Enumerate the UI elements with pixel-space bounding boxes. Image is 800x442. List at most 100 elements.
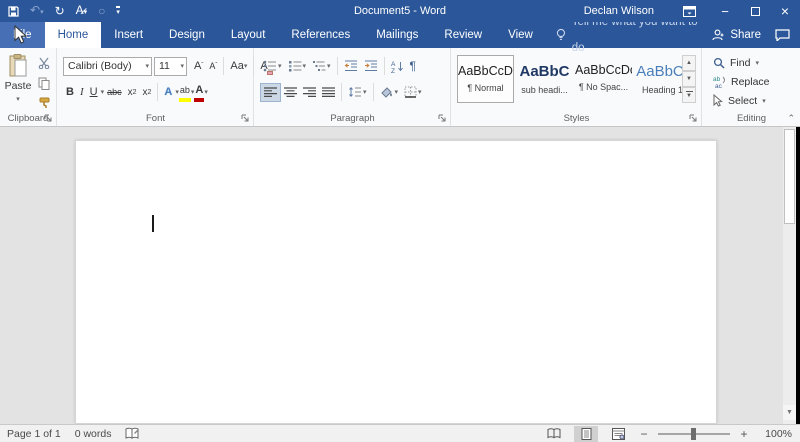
- shrink-font-button[interactable]: Aˇ: [206, 57, 220, 76]
- tab-review[interactable]: Review: [431, 22, 495, 48]
- group-font: Calibri (Body)▾ 11▾ Aˆ Aˇ Aa▾ A B I U▾ a…: [58, 48, 254, 126]
- scrollbar-down-icon[interactable]: ▼: [783, 405, 796, 420]
- minimize-button[interactable]: −: [710, 0, 740, 22]
- group-paragraph: ▾ ▾ ▾ AZ ¶: [255, 48, 451, 126]
- lightbulb-icon: [556, 28, 566, 42]
- find-button[interactable]: Find▾: [713, 54, 759, 71]
- proofing-icon[interactable]: [125, 427, 140, 440]
- person-icon: [712, 29, 725, 41]
- title-bar: ↶▾ ↻ A̷▾ ○ ▾ Document5 - Word Declan Wil…: [0, 0, 800, 22]
- ribbon-display-options-icon[interactable]: [676, 0, 702, 22]
- zoom-slider[interactable]: [658, 433, 730, 435]
- clipboard-icon: [9, 54, 28, 78]
- svg-text:Z: Z: [391, 68, 395, 73]
- zoom-in-button[interactable]: +: [738, 427, 750, 441]
- document-area[interactable]: ▼: [0, 127, 800, 424]
- grow-font-button[interactable]: Aˆ: [191, 57, 206, 76]
- style-no-spacing[interactable]: AaBbCcDc ¶ No Spac...: [575, 55, 632, 103]
- strikethrough-button[interactable]: abc: [104, 83, 125, 102]
- window-title: Document5 - Word: [200, 0, 600, 22]
- customize-qat-icon[interactable]: ▾: [116, 6, 120, 16]
- print-layout-icon[interactable]: [574, 426, 598, 442]
- paragraph-dialog-launcher[interactable]: [438, 114, 447, 123]
- vertical-scrollbar[interactable]: ▼: [783, 127, 796, 424]
- tab-mailings[interactable]: Mailings: [363, 22, 431, 48]
- highlight-color-button[interactable]: ab: [179, 83, 191, 102]
- style-normal[interactable]: AaBbCcDc ¶ Normal: [457, 55, 514, 103]
- select-button[interactable]: Select▾: [713, 92, 766, 109]
- tab-insert[interactable]: Insert: [101, 22, 156, 48]
- scrollbar-thumb[interactable]: [784, 129, 795, 224]
- document-page[interactable]: [75, 140, 717, 424]
- editing-group-label: Editing: [703, 113, 800, 124]
- justify-button[interactable]: [319, 83, 338, 102]
- copy-icon[interactable]: [36, 76, 52, 90]
- page-count[interactable]: Page 1 of 1: [7, 428, 61, 440]
- status-bar: Page 1 of 1 0 words − + 100%: [0, 424, 800, 442]
- collapse-ribbon-icon[interactable]: ⌃: [787, 113, 795, 124]
- user-name[interactable]: Declan Wilson: [584, 5, 654, 17]
- bold-button[interactable]: B: [63, 83, 77, 102]
- show-hide-pilcrow-button[interactable]: ¶: [407, 57, 419, 76]
- redo-icon[interactable]: ↻: [55, 0, 65, 22]
- font-dialog-launcher[interactable]: [241, 114, 250, 123]
- styles-dialog-launcher[interactable]: [689, 114, 698, 123]
- quick-style-icon[interactable]: A̷▾: [76, 0, 88, 24]
- tab-design[interactable]: Design: [156, 22, 218, 48]
- italic-button[interactable]: I: [77, 83, 87, 102]
- web-layout-icon[interactable]: [606, 426, 630, 442]
- increase-indent-button[interactable]: [361, 57, 381, 76]
- superscript-button[interactable]: x2: [140, 83, 155, 102]
- underline-button[interactable]: U: [87, 83, 101, 102]
- align-center-button[interactable]: [281, 83, 300, 102]
- zoom-slider-handle[interactable]: [691, 428, 696, 440]
- font-family-combobox[interactable]: Calibri (Body)▾: [63, 57, 152, 76]
- tab-home[interactable]: Home: [45, 22, 102, 48]
- tab-layout[interactable]: Layout: [218, 22, 279, 48]
- replace-icon: abac: [713, 75, 726, 88]
- line-spacing-button[interactable]: ▾: [345, 83, 370, 102]
- sort-button[interactable]: AZ: [388, 57, 407, 76]
- svg-text:A: A: [391, 61, 396, 68]
- mouse-cursor: [14, 25, 28, 45]
- search-icon: [713, 57, 725, 69]
- tab-view[interactable]: View: [495, 22, 546, 48]
- close-button[interactable]: ×: [770, 0, 800, 22]
- bullets-button[interactable]: ▾: [260, 57, 285, 76]
- clipboard-dialog-launcher[interactable]: [44, 114, 53, 123]
- font-group-label: Font: [58, 113, 253, 124]
- decrease-indent-button[interactable]: [341, 57, 361, 76]
- quick-access-toolbar: ↶▾ ↻ A̷▾ ○ ▾: [8, 0, 120, 22]
- zoom-out-button[interactable]: −: [638, 427, 650, 441]
- borders-button[interactable]: ▾: [401, 83, 425, 102]
- cut-icon[interactable]: [36, 56, 52, 70]
- replace-button[interactable]: abac Replace: [713, 73, 770, 90]
- style-sub-heading[interactable]: AaBbC sub headi...: [516, 55, 573, 103]
- font-size-combobox[interactable]: 11▾: [154, 57, 187, 76]
- share-button[interactable]: Share: [712, 29, 761, 41]
- tell-me-box[interactable]: Tell me what you want to do: [556, 22, 712, 48]
- format-painter-icon[interactable]: [36, 96, 52, 110]
- text-effects-button[interactable]: A: [161, 83, 175, 102]
- align-left-button[interactable]: [260, 83, 281, 102]
- undo-icon[interactable]: ↶▾: [30, 0, 44, 24]
- read-mode-icon[interactable]: [542, 426, 566, 442]
- align-right-button[interactable]: [300, 83, 319, 102]
- styles-more-icon[interactable]: ▼: [682, 87, 696, 103]
- subscript-button[interactable]: x2: [125, 83, 140, 102]
- zoom-level[interactable]: 100%: [758, 428, 792, 440]
- maximize-button[interactable]: [740, 0, 770, 22]
- tab-references[interactable]: References: [278, 22, 363, 48]
- multilevel-list-button[interactable]: ▾: [309, 57, 334, 76]
- word-count[interactable]: 0 words: [75, 428, 112, 440]
- circle-icon[interactable]: ○: [98, 0, 105, 22]
- comment-icon[interactable]: [775, 29, 790, 41]
- font-color-button[interactable]: A: [194, 83, 204, 102]
- paste-button[interactable]: Paste ▾: [2, 54, 34, 112]
- change-case-button[interactable]: Aa▾: [227, 57, 250, 76]
- styles-scroll-down-icon[interactable]: ▼: [682, 71, 696, 87]
- save-icon[interactable]: [8, 6, 19, 17]
- shading-button[interactable]: ▾: [377, 83, 402, 102]
- text-cursor: [152, 215, 154, 232]
- numbering-button[interactable]: ▾: [285, 57, 310, 76]
